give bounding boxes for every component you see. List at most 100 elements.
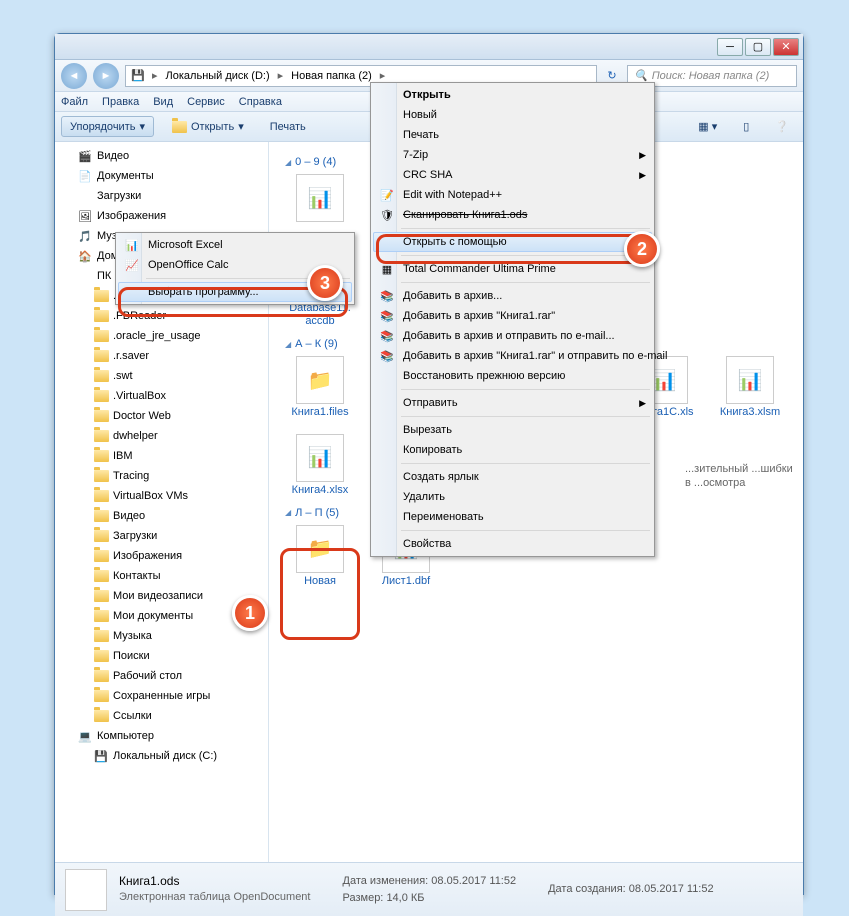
context-menu-item[interactable]: Свойства: [373, 534, 652, 554]
tree-item[interactable]: Doctor Web: [55, 406, 268, 426]
menu-file[interactable]: Файл: [61, 96, 88, 108]
preview-pane-button[interactable]: ▯: [735, 117, 757, 136]
context-menu-item[interactable]: 🛡Сканировать Книга1.ods: [373, 205, 652, 225]
context-menu-item[interactable]: 📝Edit with Notepad++: [373, 185, 652, 205]
video-icon: 🎬: [77, 148, 93, 164]
file-item[interactable]: 📊Книга4.xlsx: [285, 432, 355, 499]
folder-icon: [93, 488, 109, 504]
tree-item[interactable]: 🎬Видео: [55, 146, 268, 166]
tree-item[interactable]: 💾Локальный диск (C:): [55, 746, 268, 766]
menu-edit[interactable]: Правка: [102, 96, 139, 108]
maximize-button[interactable]: ▢: [745, 38, 771, 56]
folder-icon: [93, 308, 109, 324]
view-options-button[interactable]: ▦ ▾: [690, 117, 725, 136]
file-item[interactable]: 📁Новая: [285, 523, 355, 590]
file-name: Книга3.xlsm: [717, 406, 783, 419]
tree-item[interactable]: Видео: [55, 506, 268, 526]
tree-item[interactable]: Загрузки: [55, 526, 268, 546]
folder-icon: [93, 468, 109, 484]
context-menu-item[interactable]: Восстановить прежнюю версию: [373, 366, 652, 386]
file-icon: 📊: [296, 434, 344, 482]
tree-item[interactable]: VirtualBox VMs: [55, 486, 268, 506]
tree-item[interactable]: .r.saver: [55, 346, 268, 366]
tree-item[interactable]: IBM: [55, 446, 268, 466]
back-button[interactable]: ◄: [61, 63, 87, 89]
preview-pane: ...зительный ...шибки в ...осмотра: [685, 462, 795, 491]
folder-icon: [93, 408, 109, 424]
tree-item[interactable]: Контакты: [55, 566, 268, 586]
tree-item[interactable]: Ссылки: [55, 706, 268, 726]
folder-icon: [93, 648, 109, 664]
context-menu-item[interactable]: 📚Добавить в архив "Книга1.rar" и отправи…: [373, 346, 652, 366]
context-menu-item[interactable]: 📚Добавить в архив и отправить по e-mail.…: [373, 326, 652, 346]
file-item[interactable]: 📊: [285, 172, 355, 226]
context-menu-item[interactable]: Переименовать: [373, 507, 652, 527]
context-menu-item[interactable]: 📊Microsoft Excel: [118, 235, 352, 255]
context-menu-item[interactable]: Создать ярлык: [373, 467, 652, 487]
step-badge-2: 2: [624, 231, 660, 267]
help-button[interactable]: ❔: [767, 117, 797, 136]
file-item[interactable]: 📁Книга1.files: [285, 354, 355, 423]
tree-item[interactable]: Изображения: [55, 546, 268, 566]
tree-item[interactable]: 🖼Изображения: [55, 206, 268, 226]
file-name: Лист1.dbf: [373, 575, 439, 588]
shield-icon: 🛡: [379, 207, 395, 223]
tree-item[interactable]: dwhelper: [55, 426, 268, 446]
print-button[interactable]: Печать: [262, 118, 314, 136]
folder-icon: [93, 348, 109, 364]
context-menu-item[interactable]: Новый: [373, 105, 652, 125]
tree-item[interactable]: .swt: [55, 366, 268, 386]
context-menu-item[interactable]: Удалить: [373, 487, 652, 507]
tree-item[interactable]: .FBReader: [55, 306, 268, 326]
menu-service[interactable]: Сервис: [187, 96, 225, 108]
menu-help[interactable]: Справка: [239, 96, 282, 108]
tree-item[interactable]: .oracle_jre_usage: [55, 326, 268, 346]
tree-item[interactable]: Tracing: [55, 466, 268, 486]
context-menu-item[interactable]: 7-Zip▶: [373, 145, 652, 165]
close-button[interactable]: ✕: [773, 38, 799, 56]
breadcrumb-folder[interactable]: Новая папка (2): [289, 70, 374, 82]
context-menu-main[interactable]: ОткрытьНовыйПечать7-Zip▶CRC SHA▶📝Edit wi…: [370, 82, 655, 557]
folder-icon: [93, 548, 109, 564]
context-menu-item[interactable]: Отправить▶: [373, 393, 652, 413]
folder-icon: [93, 448, 109, 464]
context-menu-item[interactable]: Вырезать: [373, 420, 652, 440]
tree-item[interactable]: 📄Документы: [55, 166, 268, 186]
computer-icon: 💻: [77, 728, 93, 744]
folder-icon: [93, 708, 109, 724]
context-menu-item[interactable]: ▦Total Commander Ultima Prime: [373, 259, 652, 279]
tree-item[interactable]: .VirtualBox: [55, 386, 268, 406]
tree-item[interactable]: Поиски: [55, 646, 268, 666]
folder-icon: [93, 508, 109, 524]
image-icon: 🖼: [77, 208, 93, 224]
context-menu-item[interactable]: Открыть: [373, 85, 652, 105]
context-menu-item[interactable]: CRC SHA▶: [373, 165, 652, 185]
folder-icon: [93, 368, 109, 384]
folder-icon: [93, 428, 109, 444]
folder-icon: [93, 608, 109, 624]
context-menu-item[interactable]: Открыть с помощью▶: [373, 232, 652, 252]
forward-button[interactable]: ►: [93, 63, 119, 89]
refresh-button[interactable]: ↻: [603, 69, 621, 82]
tree-item[interactable]: Музыка: [55, 626, 268, 646]
tree-item[interactable]: Сохраненные игры: [55, 686, 268, 706]
context-menu-item[interactable]: Копировать: [373, 440, 652, 460]
np-icon: 📝: [379, 187, 395, 203]
file-name: Database11.accdb: [287, 302, 353, 328]
tree-item[interactable]: 💻Компьютер: [55, 726, 268, 746]
tree-item[interactable]: Загрузки: [55, 186, 268, 206]
tree-item[interactable]: Рабочий стол: [55, 666, 268, 686]
organize-button[interactable]: Упорядочить ▾: [61, 116, 154, 137]
open-button[interactable]: Открыть ▾: [164, 117, 252, 136]
breadcrumb-disk[interactable]: Локальный диск (D:): [164, 70, 272, 82]
minimize-button[interactable]: ─: [717, 38, 743, 56]
file-item[interactable]: 📊Книга3.xlsm: [715, 354, 785, 423]
xl-icon: 📊: [124, 237, 140, 253]
folder-icon: [93, 288, 109, 304]
context-menu-item[interactable]: 📚Добавить в архив...: [373, 286, 652, 306]
doc-icon: 📄: [77, 168, 93, 184]
menu-view[interactable]: Вид: [153, 96, 173, 108]
context-menu-item[interactable]: Печать: [373, 125, 652, 145]
context-menu-item[interactable]: 📚Добавить в архив "Книга1.rar": [373, 306, 652, 326]
file-icon: 📊: [296, 174, 344, 222]
